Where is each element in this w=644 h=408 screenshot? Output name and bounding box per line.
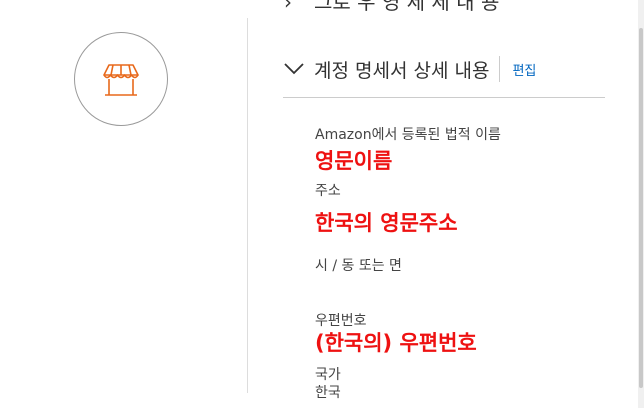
- scrollbar-thumb[interactable]: [639, 28, 643, 388]
- store-avatar: [74, 32, 168, 126]
- chevron-down-icon[interactable]: [284, 58, 306, 80]
- left-panel: [0, 0, 247, 408]
- chevron-right-icon: ›: [284, 0, 292, 14]
- previous-section-title: 그로 우 영 세 세 내 용: [314, 0, 500, 14]
- section-divider: [283, 97, 605, 98]
- scrollbar[interactable]: [638, 0, 644, 408]
- store-icon: [103, 64, 139, 96]
- address-value: 한국의 영문주소: [315, 211, 458, 235]
- section-title: 계정 명세서 상세 내용: [314, 59, 490, 82]
- header-separator: [499, 56, 501, 82]
- address-label: 주소: [315, 183, 341, 199]
- legal-name-label: Amazon에서 등록된 법적 이름: [315, 127, 501, 143]
- postal-code-value: (한국의) 우편번호: [315, 331, 477, 355]
- city-label: 시 / 동 또는 면: [315, 258, 402, 274]
- country-value: 한국: [315, 385, 341, 401]
- column-divider: [247, 18, 248, 393]
- section-header: 계정 명세서 상세 내용 편집: [284, 52, 536, 86]
- legal-name-value: 영문이름: [315, 149, 393, 173]
- edit-link[interactable]: 편집: [512, 60, 536, 79]
- previous-section-header[interactable]: › 그로 우 영 세 세 내 용: [284, 0, 504, 20]
- country-label: 국가: [315, 367, 341, 383]
